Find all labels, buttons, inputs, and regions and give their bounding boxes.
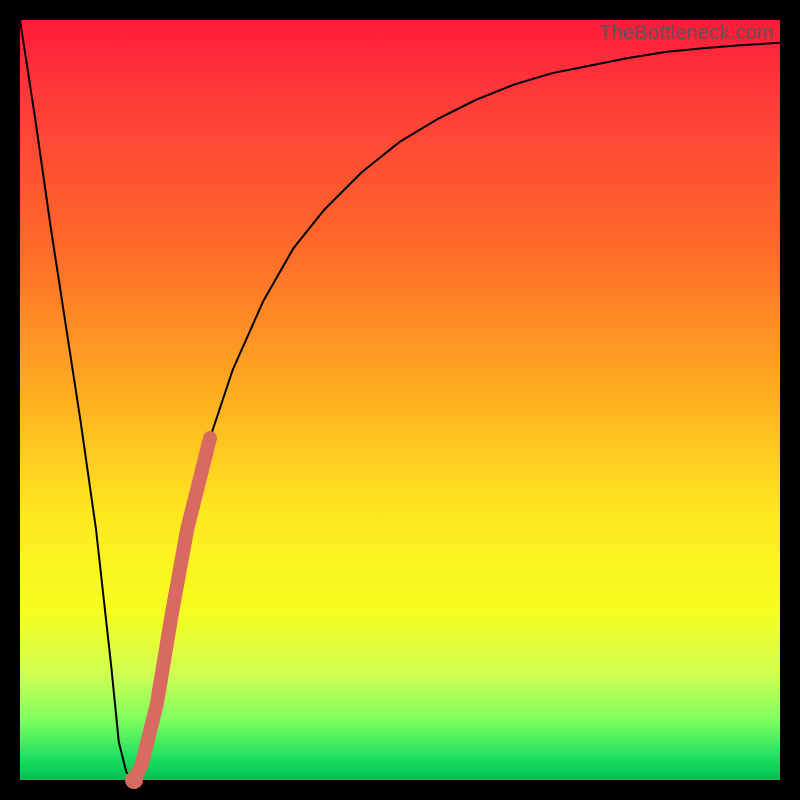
plot-area: TheBottleneck.com	[20, 20, 780, 780]
accent-segment	[134, 438, 210, 780]
bottleneck-curve	[20, 20, 780, 780]
curve-layer	[20, 20, 780, 780]
chart-frame: TheBottleneck.com	[0, 0, 800, 800]
minimum-marker	[125, 771, 143, 789]
